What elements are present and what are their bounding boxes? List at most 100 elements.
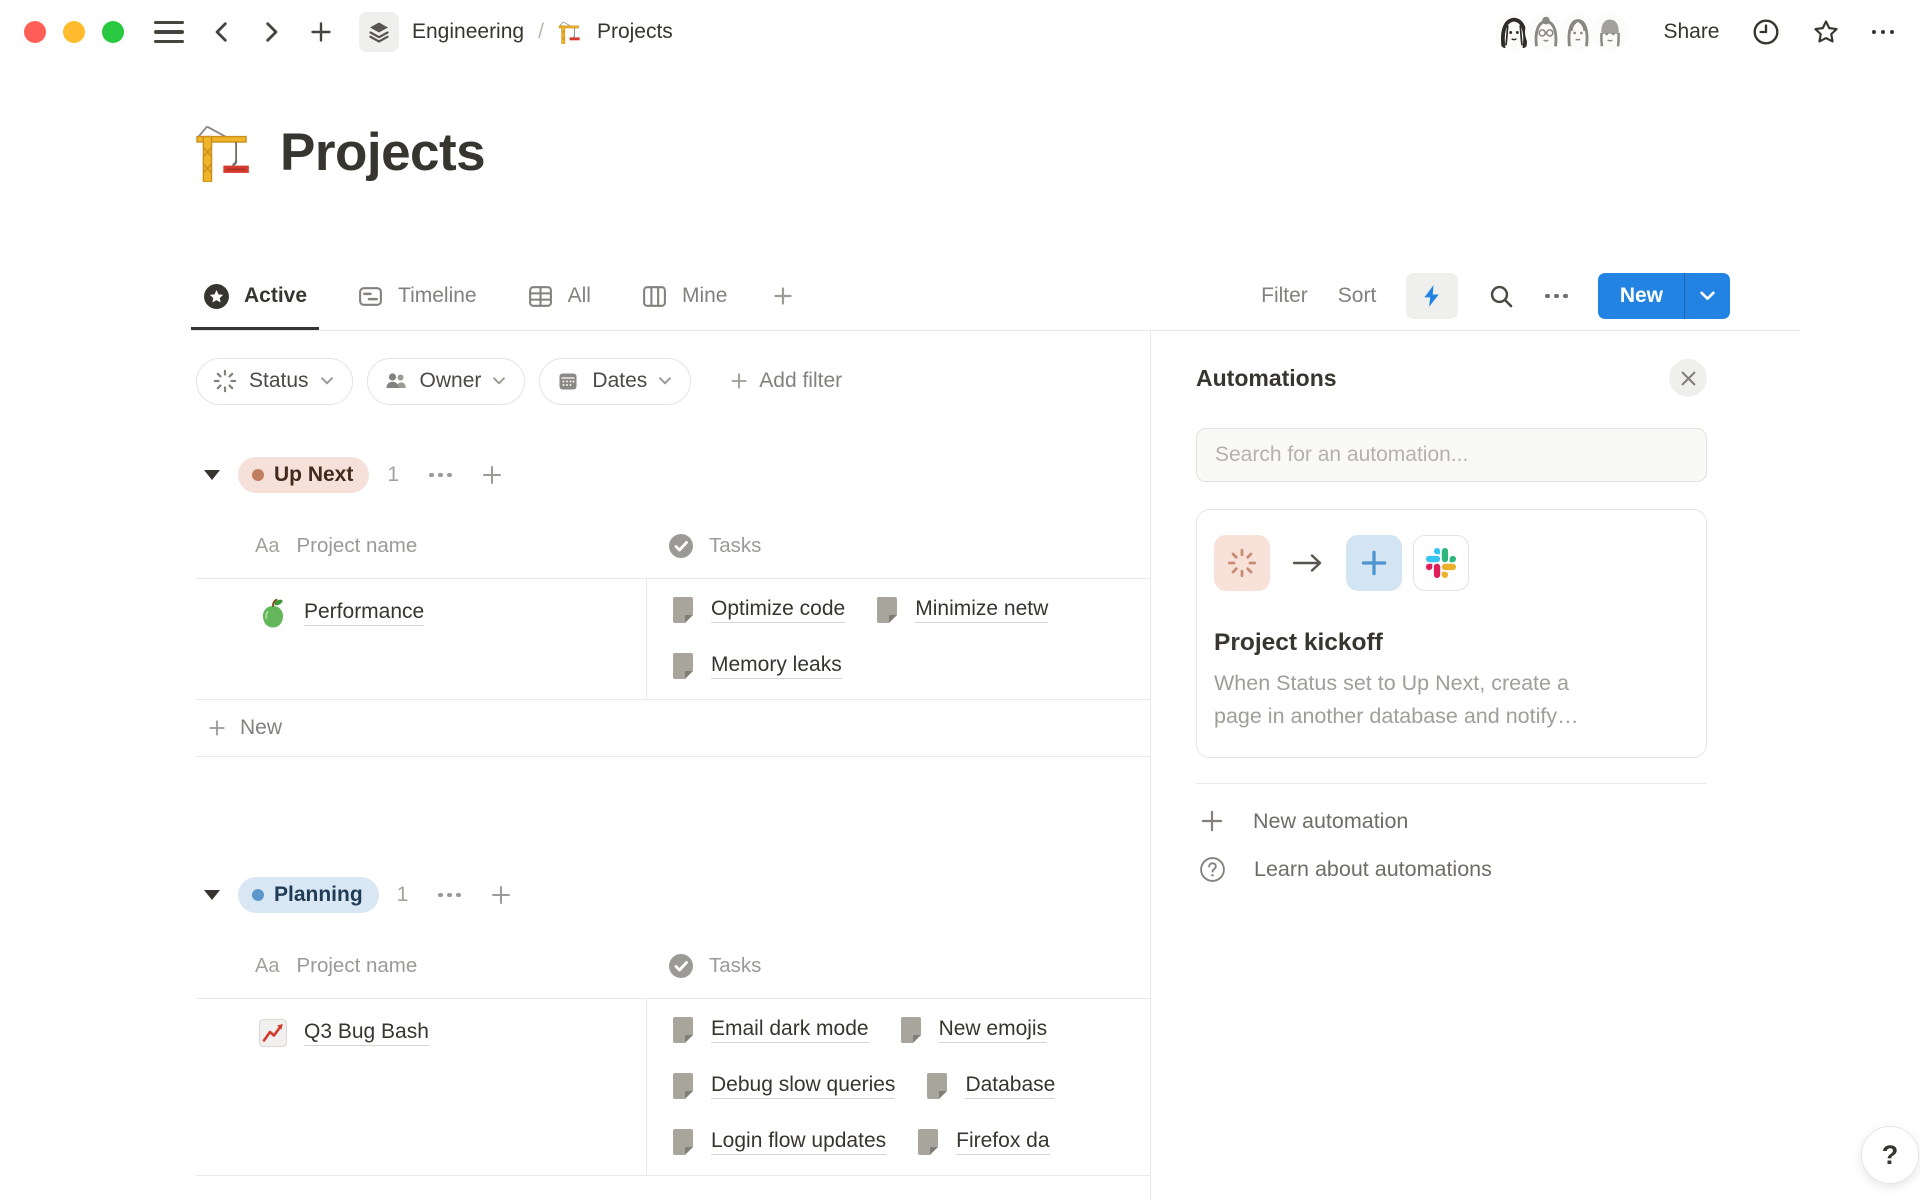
text-property-icon: Aa [255,535,279,558]
group-add-icon[interactable] [480,463,504,487]
dates-filter-chip[interactable]: Dates [539,358,691,405]
forward-icon[interactable] [260,21,282,43]
window-controls [24,21,124,43]
automation-card-description: When Status set to Up Next, create a pag… [1214,667,1689,733]
breadcrumb-page[interactable]: Projects [597,20,673,44]
sort-button[interactable]: Sort [1338,284,1377,308]
task-link[interactable]: Database [923,1071,1055,1101]
column-label: Project name [296,954,417,978]
table-row: Q3 Bug Bash Email dark mode New emojis D… [196,999,1150,1176]
learn-label: Learn about automations [1254,857,1492,882]
automations-panel: Automations [1150,331,1920,1200]
sidebar-menu-icon[interactable] [154,21,184,43]
create-page-plus-icon [1346,535,1402,591]
new-page-icon[interactable] [309,20,333,44]
close-panel-button[interactable] [1669,359,1707,397]
task-link[interactable]: Login flow updates [669,1127,886,1157]
view-tabs-bar: Active Timeline All Mine Filter Sort [191,262,1800,331]
more-options-icon[interactable] [1872,30,1895,35]
status-badge[interactable]: Planning [238,877,379,913]
status-dot [252,889,264,901]
tab-timeline[interactable]: Timeline [345,262,489,330]
column-header-project-name[interactable]: Aa Project name [196,534,646,558]
help-label: ? [1882,1140,1899,1171]
star-circle-icon [203,283,230,310]
window-titlebar: Engineering / Projects [0,0,1920,64]
automations-bolt-icon[interactable] [1406,273,1458,319]
group-options-icon[interactable] [429,473,452,478]
tasks-cell[interactable]: Optimize code Minimize netw Memory leaks [646,579,1150,699]
page-icon [873,595,901,625]
page-title[interactable]: Projects [280,124,485,182]
group-count: 1 [397,883,409,907]
status-filter-chip[interactable]: Status [196,358,353,405]
task-link[interactable]: Optimize code [669,595,845,625]
table-header: Aa Project name Tasks [196,934,1150,999]
new-automation-button[interactable]: New automation [1196,798,1707,844]
automation-card[interactable]: Project kickoff When Status set to Up Ne… [1196,509,1707,758]
task-link[interactable]: Email dark mode [669,1015,869,1045]
column-header-tasks[interactable]: Tasks [646,533,761,559]
new-button-label[interactable]: New [1598,273,1684,319]
arrow-right-icon [1291,551,1325,575]
chevron-down-icon[interactable] [1685,273,1730,319]
slack-icon [1413,535,1469,591]
project-name-cell[interactable]: Performance [196,579,646,699]
database-content: Status Owner Dates Add filter Up Next [196,331,1150,1176]
add-view-icon[interactable] [765,284,801,308]
learn-about-automations-link[interactable]: Learn about automations [1196,846,1707,892]
tab-mine[interactable]: Mine [629,262,740,330]
task-link[interactable]: Firefox da [914,1127,1049,1157]
tab-active[interactable]: Active [191,262,319,330]
back-icon[interactable] [211,21,233,43]
status-burst-icon [1214,535,1270,591]
column-header-tasks[interactable]: Tasks [646,953,761,979]
share-button[interactable]: Share [1663,20,1719,44]
collapse-triangle-icon[interactable] [204,470,220,480]
tasks-cell[interactable]: Email dark mode New emojis Debug slow qu… [646,999,1150,1175]
page-icon [669,1015,697,1045]
chevron-down-icon [659,377,671,385]
search-icon[interactable] [1488,283,1515,310]
help-button[interactable]: ? [1861,1126,1919,1184]
status-badge[interactable]: Up Next [238,457,369,493]
new-row-button[interactable]: New [196,700,1150,757]
close-window-button[interactable] [24,21,46,43]
column-header-project-name[interactable]: Aa Project name [196,954,646,978]
status-dot [252,469,264,481]
close-icon [1680,370,1697,387]
group-add-icon[interactable] [489,883,513,907]
add-filter-button[interactable]: Add filter [729,369,842,393]
group-header-up-next: Up Next 1 [196,449,1150,501]
page-icon [914,1127,942,1157]
project-name-link[interactable]: Performance [304,600,424,626]
zoom-window-button[interactable] [102,21,124,43]
board-icon [641,283,668,310]
task-link[interactable]: Debug slow queries [669,1071,895,1101]
view-options-icon[interactable] [1545,294,1568,299]
tab-all[interactable]: All [515,262,603,330]
task-link[interactable]: Minimize netw [873,595,1048,625]
page-icon [669,651,697,681]
check-circle-icon [668,533,694,559]
group-options-icon[interactable] [438,893,461,898]
chevron-down-icon [321,377,333,385]
collaborator-avatars[interactable] [1493,11,1631,53]
collapse-triangle-icon[interactable] [204,890,220,900]
project-name-cell[interactable]: Q3 Bug Bash [196,999,646,1175]
task-link[interactable]: New emojis [897,1015,1048,1045]
automation-search-input[interactable] [1196,428,1707,482]
page-icon [669,1127,697,1157]
favorite-star-icon[interactable] [1812,18,1840,46]
minimize-window-button[interactable] [63,21,85,43]
new-button[interactable]: New [1598,273,1730,319]
views-stack-icon[interactable] [359,12,399,52]
breadcrumb-workspace[interactable]: Engineering [412,20,524,44]
project-name-link[interactable]: Q3 Bug Bash [304,1020,429,1046]
updates-clock-icon[interactable] [1752,18,1780,46]
filter-button[interactable]: Filter [1261,284,1308,308]
task-link[interactable]: Memory leaks [669,651,842,681]
add-filter-label: Add filter [759,369,842,393]
avatar[interactable] [1589,11,1631,53]
owner-filter-chip[interactable]: Owner [367,358,526,405]
